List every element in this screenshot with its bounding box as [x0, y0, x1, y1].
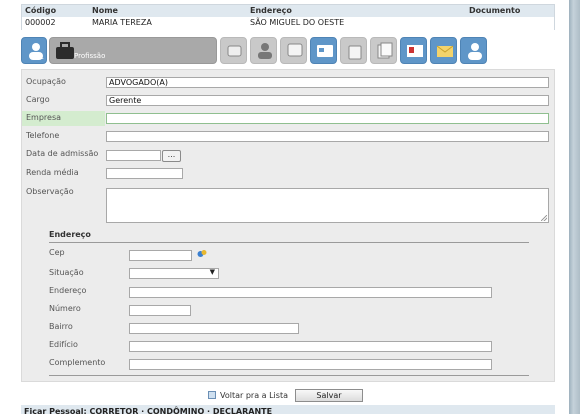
envelope-icon — [436, 45, 454, 57]
col-documento: Documento — [469, 6, 521, 15]
label-ocupacao: Ocupação — [26, 77, 66, 86]
briefcase-icon — [56, 42, 74, 59]
label-data-admissao: Data de admissão — [26, 149, 99, 158]
section-divider — [49, 375, 529, 376]
table-header: Código Nome Endereço Documento — [22, 5, 554, 17]
client-summary-table: Código Nome Endereço Documento 000002 MA… — [21, 4, 555, 30]
back-to-list-link[interactable]: Voltar pra a Lista — [208, 391, 288, 400]
bag-icon — [348, 45, 362, 60]
label-endereco: Endereço — [49, 286, 87, 295]
tab-8[interactable] — [370, 37, 397, 64]
cell-codigo: 000002 — [25, 18, 56, 27]
numero-field[interactable] — [129, 305, 191, 316]
telefone-field[interactable] — [106, 131, 549, 142]
complemento-field[interactable] — [129, 359, 492, 370]
note-icon — [287, 43, 303, 57]
data-admissao-field[interactable] — [106, 150, 161, 161]
save-button[interactable]: Salvar — [295, 389, 363, 402]
tab-4[interactable] — [250, 37, 277, 64]
tab-5[interactable] — [280, 37, 307, 64]
date-picker-button[interactable]: ... — [162, 150, 181, 162]
label-situacao: Situação — [49, 268, 84, 277]
col-codigo: Código — [25, 6, 57, 15]
ocupacao-field[interactable]: ADVOGADO(A) — [106, 77, 549, 88]
tab-11[interactable] — [460, 37, 487, 64]
table-row[interactable]: 000002 MARIA TEREZA SÃO MIGUEL DO OESTE — [22, 17, 554, 30]
situacao-select[interactable]: ▼ — [129, 268, 219, 279]
tab-bar: 1 Profissão — [21, 37, 555, 65]
label-observacao: Observação — [26, 187, 74, 196]
back-to-list-label: Voltar pra a Lista — [220, 391, 288, 400]
cell-endereco: SÃO MIGUEL DO OESTE — [250, 18, 345, 27]
tags-icon — [227, 45, 242, 57]
col-endereco: Endereço — [250, 6, 292, 15]
section-divider — [49, 242, 529, 243]
edificio-field[interactable] — [129, 341, 492, 352]
user-f-icon — [468, 43, 482, 60]
tab-profissao-label: Profissão — [74, 52, 106, 60]
label-cargo: Cargo — [26, 95, 50, 104]
resize-grip-icon[interactable] — [541, 215, 547, 221]
endereco-field[interactable] — [129, 287, 492, 298]
label-bairro: Bairro — [49, 322, 73, 331]
tab-6[interactable] — [310, 37, 337, 64]
cell-nome: MARIA TEREZA — [92, 18, 152, 27]
person-icon — [258, 43, 272, 59]
label-telefone: Telefone — [26, 131, 60, 140]
address-section-title: Endereço — [49, 230, 91, 239]
label-edificio: Edifício — [49, 340, 78, 349]
list-icon — [208, 391, 216, 399]
cep-search-icon[interactable] — [197, 249, 207, 258]
chevron-down-icon: ▼ — [209, 268, 215, 276]
label-complemento: Complemento — [49, 358, 106, 367]
tab-9[interactable] — [400, 37, 427, 64]
profession-form: Ocupação ADVOGADO(A) Cargo Gerente Empre… — [21, 69, 555, 382]
empresa-field[interactable] — [106, 113, 549, 124]
tab-sub: 1 — [40, 54, 44, 61]
tab-profissao[interactable]: Profissão — [49, 37, 217, 64]
window-right-border — [569, 0, 580, 414]
col-nome: Nome — [92, 6, 118, 15]
tab-10[interactable] — [430, 37, 457, 64]
label-renda-media: Renda média — [26, 168, 79, 177]
tab-dados-pessoais[interactable]: 1 — [21, 37, 47, 64]
footer-bar: Ficar Pessoal: CORRETOR · CONDÔMINO · DE… — [21, 405, 555, 414]
observacao-textarea[interactable] — [106, 188, 549, 223]
tab-3[interactable] — [220, 37, 247, 64]
tab-7[interactable] — [340, 37, 367, 64]
label-empresa: Empresa — [26, 113, 62, 122]
cargo-field[interactable]: Gerente — [106, 95, 549, 106]
label-numero: Número — [49, 304, 81, 313]
renda-media-field[interactable] — [106, 168, 183, 179]
contact-icon — [407, 45, 423, 57]
cep-field[interactable] — [129, 250, 192, 261]
bairro-field[interactable] — [129, 323, 299, 334]
documents-icon — [377, 42, 393, 59]
card-icon — [317, 45, 333, 57]
label-cep: Cep — [49, 248, 65, 257]
